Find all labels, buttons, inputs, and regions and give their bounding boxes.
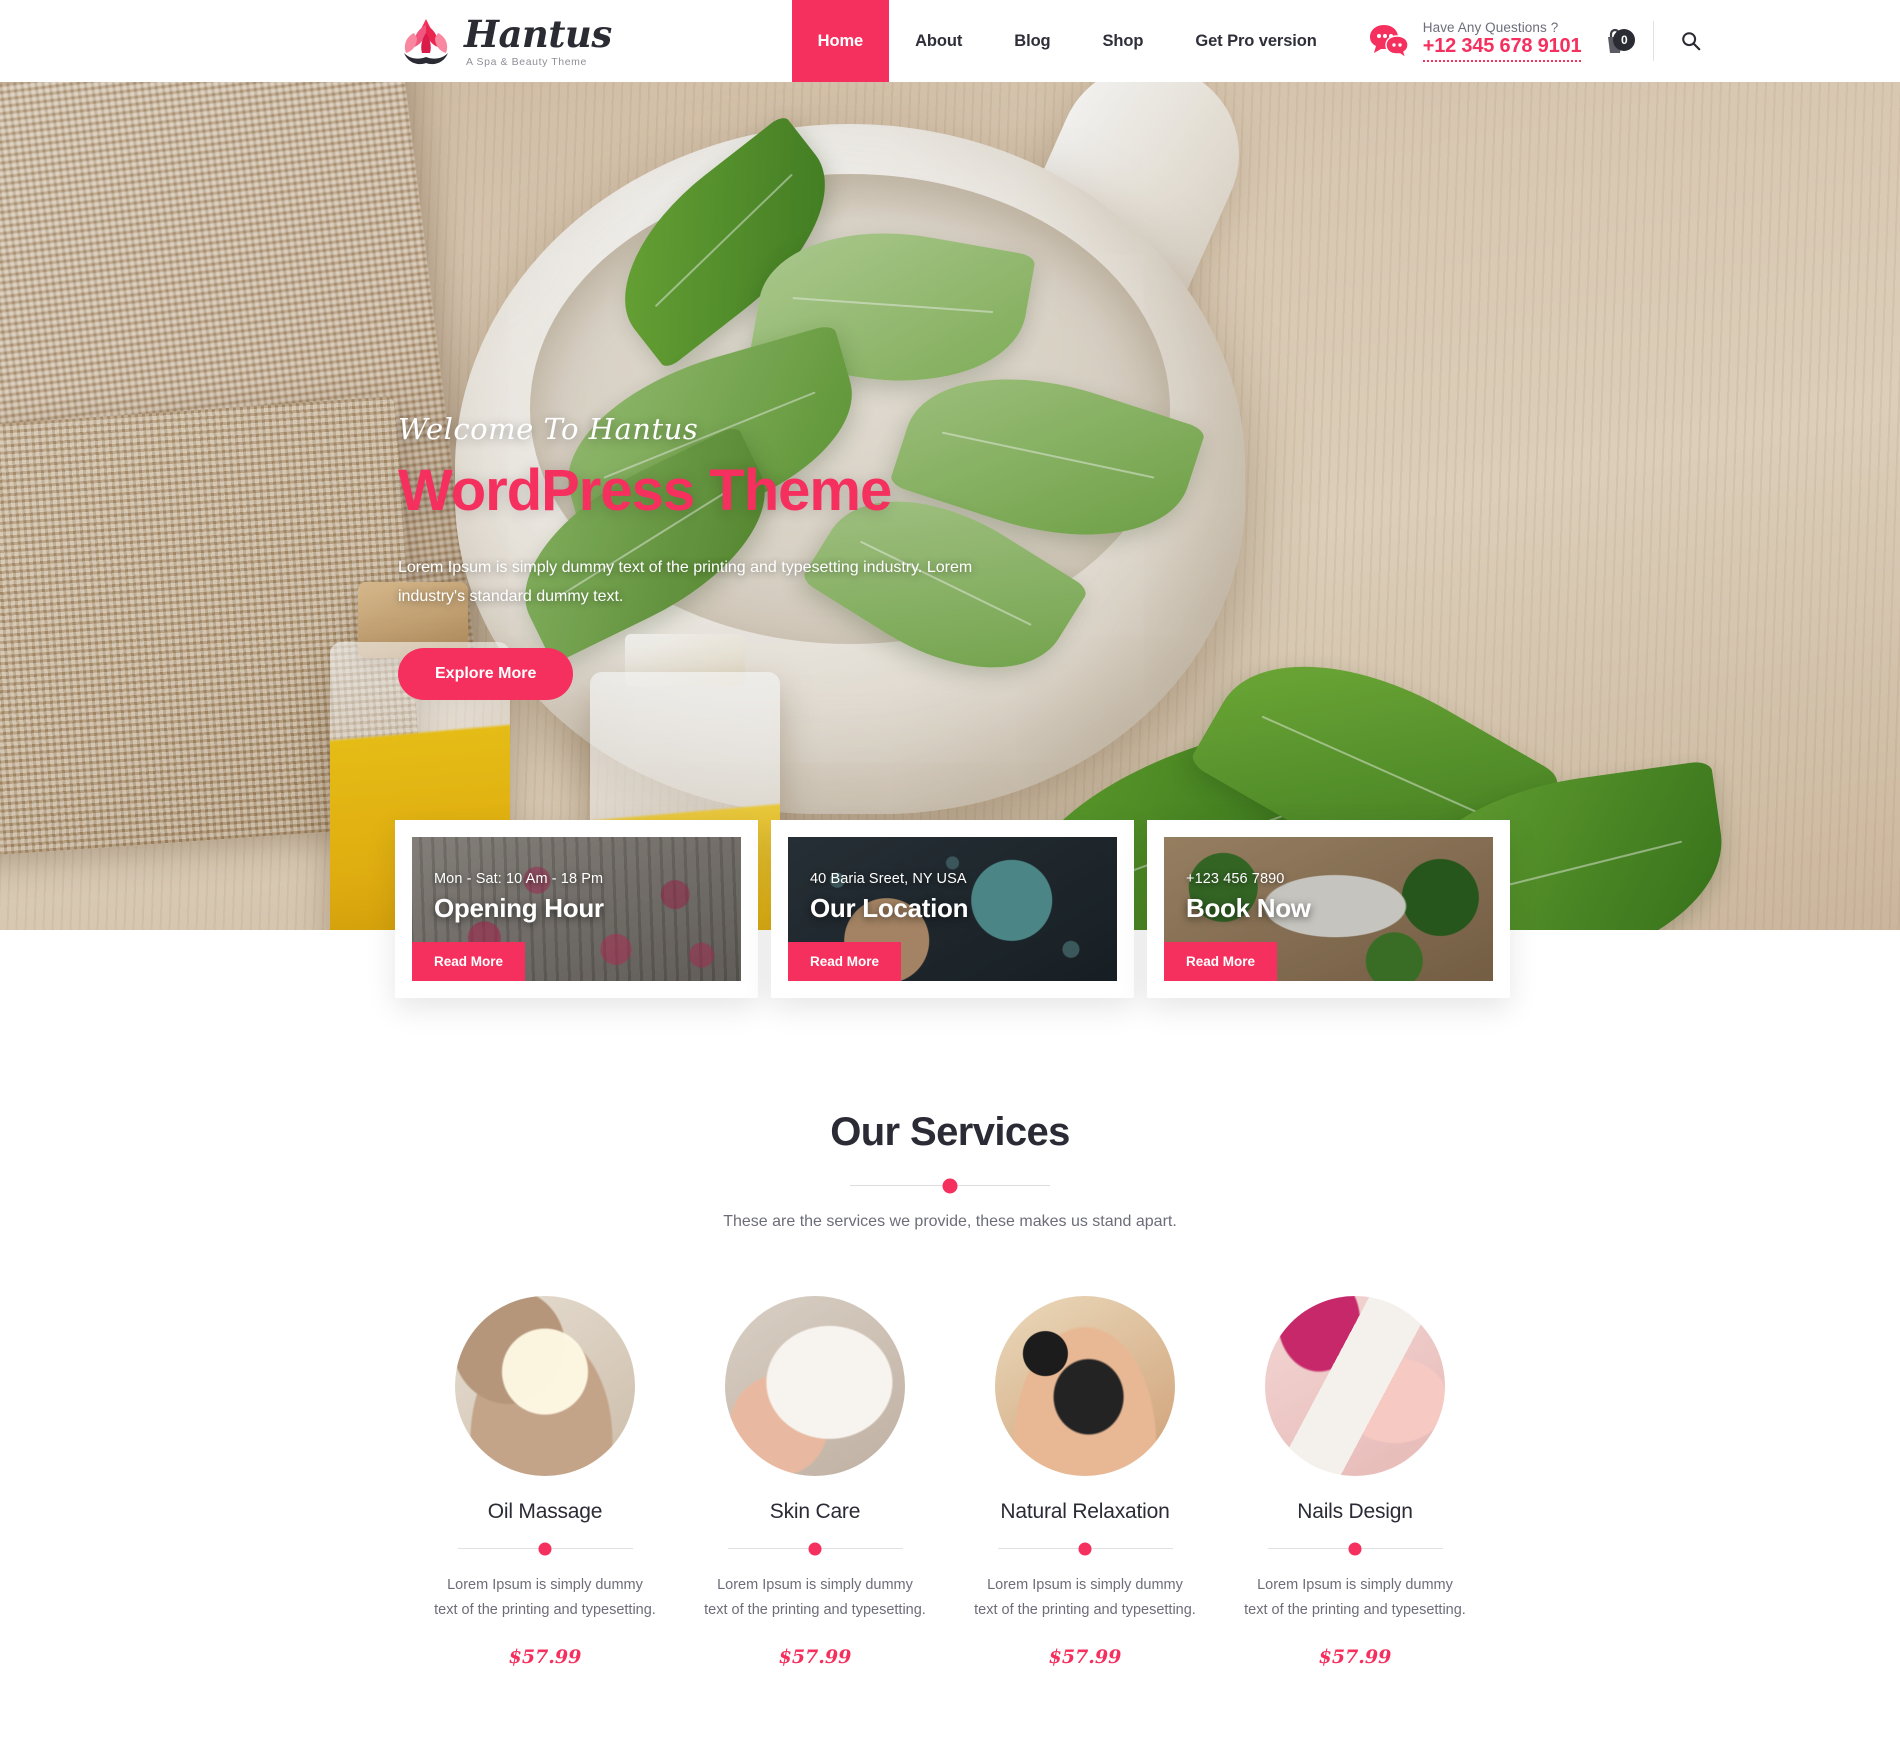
- service-separator: [727, 1548, 903, 1549]
- service-image[interactable]: [455, 1296, 635, 1476]
- chat-bubbles-icon: [1369, 23, 1409, 60]
- info-card-our-location[interactable]: 40 Baria Sreet, NY USA Our Location Read…: [771, 820, 1134, 998]
- read-more-button[interactable]: Read More: [1164, 942, 1278, 981]
- service-card-oil-massage[interactable]: Oil Massage Lorem Ipsum is simply dummy …: [434, 1296, 656, 1668]
- questions-label: Have Any Questions ?: [1422, 19, 1559, 35]
- service-price: $57.99: [778, 1645, 852, 1668]
- site-logo[interactable]: Hantus A Spa & Beauty Theme: [398, 0, 612, 82]
- nav-item-blog[interactable]: Blog: [988, 0, 1076, 82]
- brand-text: Hantus A Spa & Beauty Theme: [464, 12, 612, 69]
- info-card-text: 40 Baria Sreet, NY USA Our Location: [788, 837, 1117, 924]
- service-name: Natural Relaxation: [1000, 1500, 1170, 1523]
- service-card-nails-design[interactable]: Nails Design Lorem Ipsum is simply dummy…: [1244, 1296, 1466, 1668]
- hero-banner: Welcome To Hantus WordPress Theme Lorem …: [0, 82, 1900, 930]
- page-root: Hantus A Spa & Beauty Theme Home About B…: [0, 0, 1900, 1738]
- info-card-book-now[interactable]: +123 456 7890 Book Now Read More: [1147, 820, 1510, 998]
- info-card-title: Opening Hour: [434, 893, 604, 923]
- questions-block: Have Any Questions ? +12 345 678 9101: [1422, 19, 1582, 63]
- info-cards-row: Mon - Sat: 10 Am - 18 Pm Opening Hour Re…: [395, 820, 1510, 998]
- main-navigation: Home About Blog Shop Get Pro version: [791, 0, 1343, 82]
- info-card-subtitle: 40 Baria Sreet, NY USA: [810, 871, 967, 887]
- shopping-cart-icon[interactable]: 0: [1599, 25, 1636, 57]
- read-more-button[interactable]: Read More: [788, 942, 902, 981]
- nav-item-shop[interactable]: Shop: [1077, 0, 1170, 82]
- header-divider: [1653, 21, 1655, 61]
- info-card-media: Mon - Sat: 10 Am - 18 Pm Opening Hour Re…: [412, 837, 741, 981]
- section-subtitle: These are the services we provide, these…: [723, 1213, 1177, 1230]
- service-price: $57.99: [1048, 1645, 1122, 1668]
- service-description: Lorem Ipsum is simply dummy text of the …: [434, 1577, 656, 1619]
- info-card-subtitle: Mon - Sat: 10 Am - 18 Pm: [434, 871, 604, 887]
- hero-content: Welcome To Hantus WordPress Theme Lorem …: [398, 412, 1058, 700]
- info-card-text: Mon - Sat: 10 Am - 18 Pm Opening Hour: [412, 837, 741, 924]
- service-description: Lorem Ipsum is simply dummy text of the …: [974, 1577, 1196, 1619]
- service-price: $57.99: [508, 1645, 582, 1668]
- info-card-media: +123 456 7890 Book Now Read More: [1164, 837, 1493, 981]
- hero-description: Lorem Ipsum is simply dummy text of the …: [398, 558, 973, 606]
- nav-item-get-pro-version[interactable]: Get Pro version: [1169, 0, 1342, 82]
- phone-link[interactable]: +12 345 678 9101: [1422, 35, 1582, 63]
- service-name: Nails Design: [1297, 1500, 1413, 1523]
- hero-welcome-text: Welcome To Hantus: [398, 412, 699, 446]
- service-separator: [457, 1548, 633, 1549]
- info-card-opening-hour[interactable]: Mon - Sat: 10 Am - 18 Pm Opening Hour Re…: [395, 820, 758, 998]
- hero-title: WordPress Theme: [398, 458, 892, 523]
- service-image[interactable]: [995, 1296, 1175, 1476]
- service-image[interactable]: [725, 1296, 905, 1476]
- service-description: Lorem Ipsum is simply dummy text of the …: [1244, 1577, 1466, 1619]
- nav-item-home[interactable]: Home: [791, 0, 890, 82]
- service-name: Skin Care: [769, 1500, 861, 1523]
- brand-name: Hantus: [464, 12, 612, 56]
- nav-item-about[interactable]: About: [889, 0, 988, 82]
- service-separator: [997, 1548, 1173, 1549]
- service-image[interactable]: [1265, 1296, 1445, 1476]
- info-card-text: +123 456 7890 Book Now: [1164, 837, 1493, 924]
- section-separator: [850, 1185, 1050, 1186]
- service-card-natural-relaxation[interactable]: Natural Relaxation Lorem Ipsum is simply…: [974, 1296, 1196, 1668]
- search-icon[interactable]: [1674, 24, 1708, 58]
- services-section: Our Services These are the services we p…: [0, 930, 1900, 1738]
- info-card-subtitle: +123 456 7890: [1186, 871, 1285, 887]
- lotus-flower-icon: [398, 15, 454, 67]
- service-description: Lorem Ipsum is simply dummy text of the …: [704, 1577, 926, 1619]
- header-actions: Have Any Questions ? +12 345 678 9101 0: [1369, 0, 1709, 82]
- section-title: Our Services: [830, 1110, 1070, 1154]
- info-card-title: Our Location: [810, 893, 969, 923]
- site-header: Hantus A Spa & Beauty Theme Home About B…: [0, 0, 1900, 82]
- service-separator: [1267, 1548, 1443, 1549]
- service-card-skin-care[interactable]: Skin Care Lorem Ipsum is simply dummy te…: [704, 1296, 926, 1668]
- service-name: Oil Massage: [487, 1500, 603, 1523]
- info-card-media: 40 Baria Sreet, NY USA Our Location Read…: [788, 837, 1117, 981]
- brand-tagline: A Spa & Beauty Theme: [466, 56, 587, 68]
- service-price: $57.99: [1318, 1645, 1392, 1668]
- read-more-button[interactable]: Read More: [412, 942, 526, 981]
- services-grid: Oil Massage Lorem Ipsum is simply dummy …: [0, 1296, 1900, 1668]
- info-card-title: Book Now: [1186, 893, 1311, 923]
- explore-more-button[interactable]: Explore More: [398, 647, 574, 700]
